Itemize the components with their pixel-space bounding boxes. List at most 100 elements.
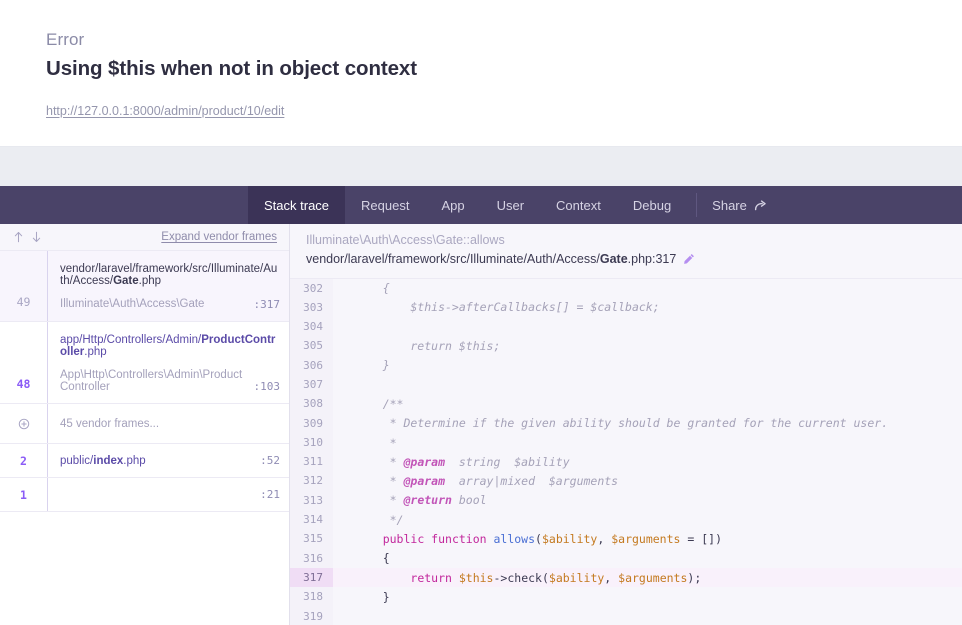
code-token: array|mixed $arguments: [445, 474, 619, 489]
code-token: @param: [403, 454, 446, 469]
code-token: */: [355, 512, 404, 527]
code-token: $this: [458, 570, 494, 585]
plus-circle-icon: [18, 418, 29, 430]
frame-number: 48: [16, 377, 31, 392]
code-line: 307: [290, 374, 962, 395]
code-line: 310 *: [290, 432, 962, 453]
code-line-number: 318: [290, 587, 333, 607]
frame-row[interactable]: 2 public/index.php:52: [0, 444, 289, 479]
code-line: 318 }: [290, 587, 962, 607]
arrow-down-icon[interactable]: [31, 231, 42, 243]
pencil-icon[interactable]: [683, 253, 695, 265]
code-line-number: 315: [290, 529, 333, 549]
code-line: 312 * @param array|mixed $arguments: [290, 471, 962, 491]
code-line-number: 311: [290, 452, 333, 472]
code-token: {: [355, 551, 390, 566]
error-type: Error: [46, 30, 85, 49]
frame-class-name: Illuminate\Auth\Access\Gate: [60, 298, 205, 311]
tab-user[interactable]: User: [481, 186, 540, 224]
error-request-url[interactable]: http://127.0.0.1:8000/admin/product/10/e…: [46, 104, 284, 118]
frames-empty-space: [0, 512, 289, 625]
code-line-number: 310: [290, 432, 333, 453]
code-line-content: {: [333, 281, 962, 296]
vendor-frames-row[interactable]: 45 vendor frames...: [0, 404, 289, 445]
code-token: (: [535, 532, 542, 546]
share-button[interactable]: Share: [706, 186, 781, 224]
code-header-path: vendor/laravel/framework/src/Illuminate/…: [306, 250, 962, 269]
tab-debug[interactable]: Debug: [617, 186, 687, 224]
code-token: /**: [355, 396, 404, 411]
code-token: *: [355, 454, 404, 469]
code-line-content: * Determine if the given ability should …: [333, 416, 962, 431]
code-line-content: }: [333, 358, 962, 373]
frame-line-number: :317: [253, 297, 281, 311]
code-line-number: 307: [290, 374, 333, 395]
code-line: 306 }: [290, 355, 962, 375]
code-token: );: [687, 570, 702, 585]
code-token: * Determine if the given ability should …: [355, 416, 889, 431]
code-line-content: public function allows($ability, $argume…: [333, 532, 962, 546]
ignition-error-page: Error Using $this when not in object con…: [0, 0, 962, 625]
code-line-number: 306: [290, 355, 333, 375]
code-line-content: /**: [333, 396, 962, 411]
code-token: *: [355, 435, 397, 450]
header-gap: [0, 147, 962, 186]
arrow-up-icon[interactable]: [13, 231, 24, 243]
code-line-content: * @param string $ability: [333, 454, 962, 469]
code-line-highlighted: 317 return $this->check($ability, $argum…: [290, 567, 962, 588]
code-line-number: 308: [290, 394, 333, 414]
code-token: ,: [597, 532, 612, 546]
tab-list: Stack trace Request App User Context Debug: [248, 186, 687, 224]
code-line-number: 312: [290, 471, 333, 491]
code-token: allows: [493, 532, 536, 546]
frame-number: 1: [20, 487, 27, 502]
vendor-frames-toggle[interactable]: [0, 404, 47, 443]
code-token: }: [355, 589, 390, 604]
code-token: (: [541, 570, 549, 585]
code-token: *: [355, 493, 404, 508]
code-header-path-text: vendor/laravel/framework/src/Illuminate/…: [306, 251, 677, 266]
code-panel: Illuminate\Auth\Access\Gate::allows vend…: [290, 224, 962, 625]
code-line-number: 309: [290, 413, 333, 433]
code-header-class: Illuminate\Auth\Access\Gate::allows: [306, 233, 505, 247]
error-header-card: Error Using $this when not in object con…: [0, 0, 962, 147]
code-line-number: 303: [290, 297, 333, 318]
code-line-number: 305: [290, 336, 333, 356]
stack-trace-body: Expand vendor frames 49 vendor/laravel/fr…: [0, 224, 962, 625]
code-line-content: *: [333, 435, 962, 450]
code-line: 311 * @param string $ability: [290, 452, 962, 472]
frame-line-number: :103: [253, 380, 281, 394]
tab-bar-spacer: [0, 186, 248, 224]
frame-file-path: public/index.php: [60, 454, 146, 467]
share-label: Share: [712, 197, 747, 213]
code-token: $ability: [548, 570, 605, 585]
frame-row[interactable]: 49 vendor/laravel/framework/src/Illuminat…: [0, 251, 289, 322]
code-line-number: 304: [290, 317, 333, 337]
code-line: 313 * @return bool: [290, 490, 962, 511]
code-line-content: */: [333, 512, 962, 527]
code-line-number: 319: [290, 606, 333, 625]
tab-request[interactable]: Request: [345, 186, 425, 224]
tab-app[interactable]: App: [425, 186, 480, 224]
code-token: $arguments: [618, 570, 688, 585]
code-token: *: [355, 474, 404, 489]
tab-stack-trace[interactable]: Stack trace: [248, 186, 346, 224]
code-line-content: return $this->check($ability, $arguments…: [333, 570, 962, 585]
frame-number: 2: [20, 453, 27, 468]
frame-row[interactable]: 48 app/Http/Controllers/Admin/ProductCont…: [0, 321, 289, 405]
code-token: }: [355, 358, 390, 373]
code-token: $ability: [541, 532, 598, 546]
frame-body: app/Http/Controllers/Admin/ProductContro…: [47, 321, 289, 404]
code-line: 304: [290, 317, 962, 337]
frames-panel: Expand vendor frames 49 vendor/laravel/fr…: [0, 224, 290, 625]
frame-number: 49: [16, 294, 31, 309]
expand-vendor-frames-link[interactable]: Expand vendor frames: [161, 231, 277, 243]
frame-row[interactable]: 1:21: [0, 478, 289, 513]
tab-context[interactable]: Context: [540, 186, 617, 224]
frame-meta: App\Http\Controllers\Admin\ProductContro…: [60, 369, 280, 394]
code-line-number: 316: [290, 548, 333, 568]
code-line-content: * @return bool: [333, 493, 962, 508]
code-line-content: return $this;: [333, 339, 962, 354]
